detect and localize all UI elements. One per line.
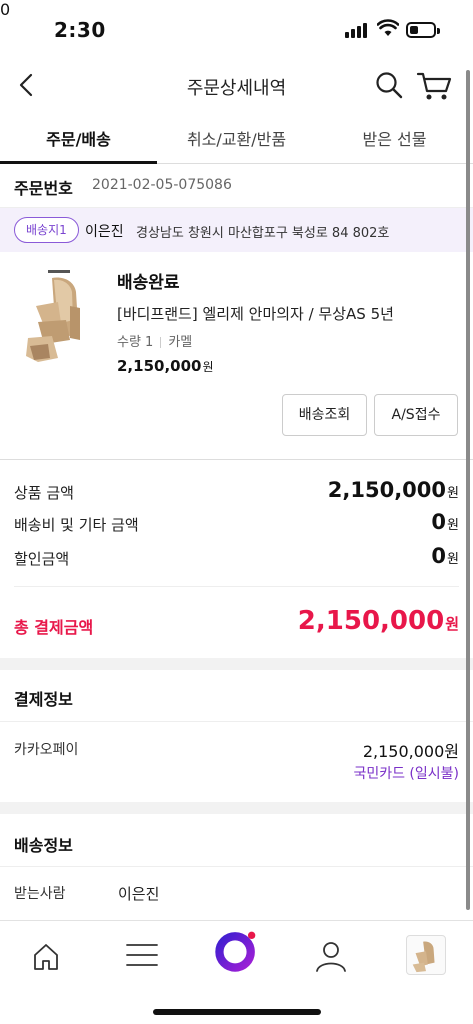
total-value: 2,150,000원 bbox=[297, 606, 459, 636]
as-request-button[interactable]: A/S접수 bbox=[374, 394, 458, 436]
tab-cancel-exchange-return[interactable]: 취소/교환/반품 bbox=[158, 126, 315, 150]
battery-icon bbox=[406, 22, 440, 38]
order-tabs: 주문/배송 취소/교환/반품 받은 선물 bbox=[0, 112, 473, 164]
search-icon[interactable] bbox=[374, 70, 404, 100]
section-separator bbox=[0, 802, 473, 814]
summary-row-product-amount: 상품 금액 2,150,000원 bbox=[14, 476, 459, 506]
delivery-address-row: 배송지1 이은진 경상남도 창원시 마산합포구 북성로 84 802호 bbox=[0, 208, 473, 252]
menu-icon[interactable] bbox=[114, 933, 170, 979]
payment-info-title: 결제정보 bbox=[14, 690, 73, 709]
payment-method: 카카오페이 bbox=[14, 742, 79, 758]
brand-logo-icon[interactable] bbox=[208, 928, 264, 974]
address-chip: 배송지1 bbox=[14, 217, 79, 243]
product-price: 2,150,000원 bbox=[117, 357, 214, 375]
product-options: 수량 1 카멜 bbox=[117, 331, 192, 350]
shipping-info-title: 배송정보 bbox=[14, 836, 73, 855]
scrollbar[interactable] bbox=[466, 70, 470, 910]
total-label: 총 결제금액 bbox=[14, 618, 94, 637]
address-line: 경상남도 창원시 마산합포구 북성로 84 802호 bbox=[136, 226, 390, 241]
massage-chair-product-image[interactable] bbox=[18, 266, 100, 366]
section-divider bbox=[0, 866, 473, 867]
recent-product-thumbnail bbox=[406, 935, 446, 975]
payment-summary: 상품 금액 2,150,000원 배송비 및 기타 금액 0원 할인금액 0원 … bbox=[0, 460, 473, 658]
summary-value: 0원 bbox=[431, 544, 459, 568]
section-separator bbox=[0, 658, 473, 670]
product-card: 배송완료 [바디프랜드] 엘리제 안마의자 / 무상AS 5년 수량 1 카멜 2… bbox=[0, 252, 473, 460]
tab-order-delivery[interactable]: 주문/배송 bbox=[0, 126, 157, 150]
order-number-label: 주문번호 bbox=[14, 179, 73, 198]
summary-divider bbox=[14, 586, 459, 587]
order-number-value: 2021-02-05-075086 bbox=[92, 177, 232, 193]
product-color: 카멜 bbox=[168, 335, 193, 350]
product-price-value: 2,150,000 bbox=[117, 357, 202, 375]
status-bar: 2:30 bbox=[0, 0, 473, 60]
delivery-tracking-button[interactable]: 배송조회 bbox=[282, 394, 367, 436]
bottom-navigation bbox=[0, 920, 473, 1024]
cart-icon[interactable] bbox=[416, 68, 454, 102]
summary-value: 2,150,000원 bbox=[327, 478, 459, 502]
person-icon[interactable] bbox=[303, 933, 359, 979]
delivery-status: 배송완료 bbox=[117, 273, 180, 293]
summary-row-discount: 할인금액 0원 bbox=[14, 542, 459, 572]
wifi-icon bbox=[377, 19, 399, 36]
summary-row-shipping-other: 배송비 및 기타 금액 0원 bbox=[14, 508, 459, 538]
payment-card: 국민카드 (일시불) bbox=[353, 766, 459, 782]
recipient-value: 이은진 bbox=[118, 885, 160, 903]
product-price-unit: 원 bbox=[202, 360, 214, 374]
product-quantity: 수량 1 bbox=[117, 335, 154, 350]
payment-amount: 2,150,000원 bbox=[362, 742, 459, 761]
summary-label: 배송비 및 기타 금액 bbox=[14, 516, 139, 534]
tab-received-gifts[interactable]: 받은 선물 bbox=[316, 126, 473, 150]
summary-row-total: 총 결제금액 2,150,000원 bbox=[14, 604, 459, 637]
recipient-label: 받는사람 bbox=[14, 886, 66, 902]
recent-product-button[interactable] bbox=[398, 933, 454, 979]
home-icon[interactable] bbox=[18, 933, 74, 979]
option-divider bbox=[160, 337, 162, 348]
recipient-name: 이은진 bbox=[85, 224, 124, 240]
summary-value: 0원 bbox=[431, 510, 459, 534]
product-name[interactable]: [바디프랜드] 엘리제 안마의자 / 무상AS 5년 bbox=[117, 303, 394, 324]
home-indicator bbox=[153, 1009, 321, 1015]
status-time: 2:30 bbox=[54, 18, 106, 42]
order-number-row: 주문번호 2021-02-05-075086 bbox=[0, 164, 473, 208]
summary-label: 상품 금액 bbox=[14, 484, 74, 502]
summary-label: 할인금액 bbox=[14, 550, 70, 568]
section-divider bbox=[0, 721, 473, 722]
app-header: 주문상세내역 bbox=[0, 60, 473, 112]
cellular-signal-icon bbox=[345, 22, 371, 38]
